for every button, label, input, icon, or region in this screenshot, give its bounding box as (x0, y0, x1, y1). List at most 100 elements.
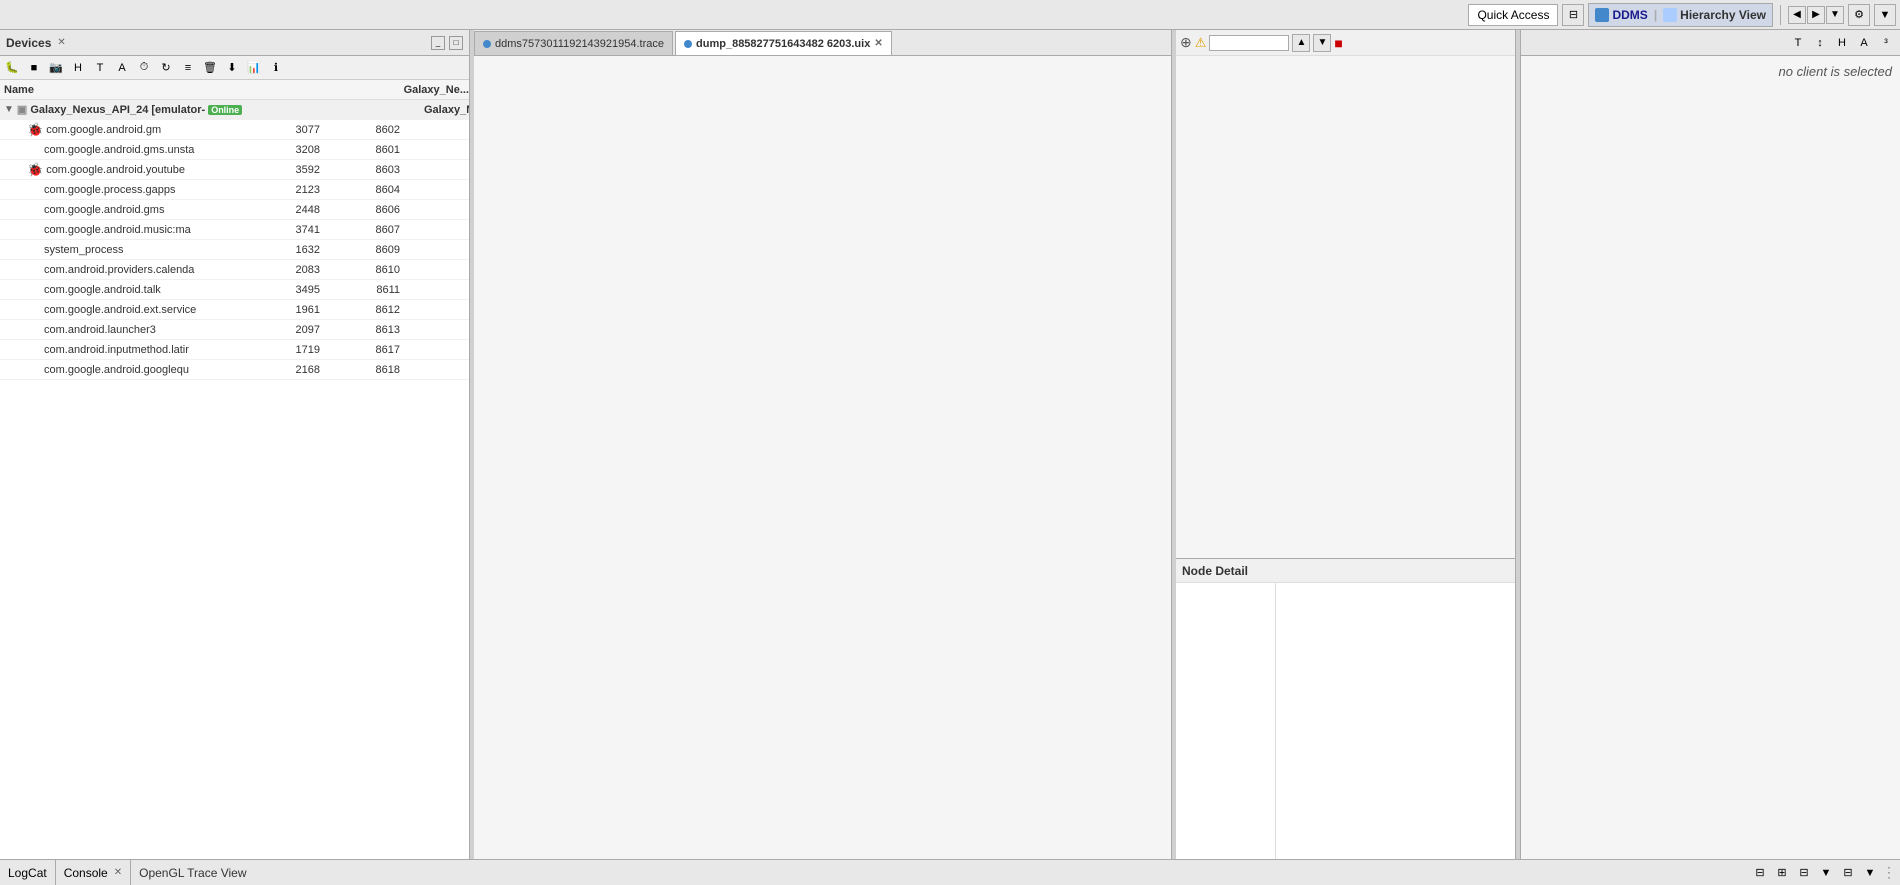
far-right-toolbar: T ↕ H A ³ (1521, 30, 1900, 56)
node-detail-left (1176, 583, 1276, 859)
no-client-label: no client is selected (1779, 64, 1892, 79)
toolbar-settings-btn[interactable]: ⚙ (1848, 4, 1870, 26)
update-threads-btn[interactable]: ↻ (156, 58, 176, 78)
process-row-gms[interactable]: com.google.android.gms 2448 8606 (0, 200, 469, 220)
gc-btn[interactable]: 🗑 (200, 58, 220, 78)
trace-tab-icon (483, 40, 491, 48)
console-tab-close[interactable]: ✕ (114, 867, 122, 878)
console-tab-label: Console (64, 866, 108, 880)
logcat-tab[interactable]: LogCat (0, 860, 56, 885)
far-right-icon-btn-1[interactable]: T (1788, 33, 1808, 53)
hierarchy-up-btn[interactable]: ▲ (1292, 34, 1310, 52)
center-panel: ddms7573011192143921954.trace dump_88582… (474, 30, 1172, 859)
process-row-ext[interactable]: com.google.android.ext.service 1961 8612 (0, 300, 469, 320)
top-toolbar: Quick Access ⊟ DDMS | Hierarchy View ◀ ▶… (0, 0, 1900, 30)
screenshot-btn[interactable]: 📷 (46, 58, 66, 78)
toolbar-extra-btn[interactable]: ▼ (1874, 4, 1896, 26)
tracemethod-btn[interactable]: ⏱ (134, 58, 154, 78)
device-list: ▼ ▣ Galaxy_Nexus_API_24 [emulator- Onlin… (0, 100, 469, 859)
bottom-icon-btn-2[interactable]: ⊞ (1772, 863, 1792, 883)
zoom-in-icon: ⊕ (1180, 34, 1192, 51)
ddms-perspective[interactable]: DDMS (1595, 8, 1647, 22)
alloc-btn[interactable]: A (112, 58, 132, 78)
hierarchy-search-input[interactable] (1209, 35, 1289, 51)
trace-tab[interactable]: ddms7573011192143921954.trace (474, 31, 673, 55)
updateheap-btn[interactable]: ≡ (178, 58, 198, 78)
dump-tab[interactable]: dump_885827751643482 6203.uix ✕ (675, 31, 892, 55)
far-right-icon-btn-a[interactable]: A (1854, 33, 1874, 53)
perspective-area: DDMS | Hierarchy View (1588, 3, 1773, 27)
process-row-gms-unsta[interactable]: com.google.android.gms.unsta 3208 8601 (0, 140, 469, 160)
device-header-row[interactable]: ▼ ▣ Galaxy_Nexus_API_24 [emulator- Onlin… (0, 100, 469, 120)
hierarchy-down-btn[interactable]: ▼ (1313, 34, 1331, 52)
bottom-area: LogCat Console ✕ OpenGL Trace View ⊟ ⊞ ⊟… (0, 859, 1900, 885)
console-tab[interactable]: Console ✕ (56, 860, 131, 885)
device-name-cell: ▼ ▣ Galaxy_Nexus_API_24 [emulator- Onlin… (0, 103, 260, 116)
process-row-gapps[interactable]: com.google.process.gapps 2123 8604 (0, 180, 469, 200)
bottom-right-icons: ⊟ ⊞ ⊟ ▼ ⊟ ▼ ⋮ (1746, 860, 1900, 885)
process-row-talk[interactable]: com.google.android.talk 3495 8611 (0, 280, 469, 300)
node-detail-content (1176, 583, 1515, 859)
col-extra-header: Galaxy_Ne... (404, 84, 469, 96)
device-extra-cell: Galaxy_Ne... (420, 104, 469, 116)
nav-menu-btn[interactable]: ▼ (1826, 6, 1844, 24)
hierarchy-toolbar: ⊕ ⚠ ▲ ▼ ■ (1176, 30, 1515, 56)
stop-btn[interactable]: ■ (24, 58, 44, 78)
col-name-header: Name (0, 84, 250, 96)
thread-btn[interactable]: T (90, 58, 110, 78)
bottom-resize-handle: ⋮ (1882, 864, 1896, 881)
alloctrace-btn[interactable]: 📊 (244, 58, 264, 78)
process-row-calendar[interactable]: com.android.providers.calenda 2083 8610 (0, 260, 469, 280)
center-canvas (474, 56, 1171, 859)
devices-panel: Devices ✕ _ □ 🐛 ■ 📷 H T A ⏱ ↻ ≡ 🗑 ⬇ 📊 ℹ … (0, 30, 470, 859)
process-row-google[interactable]: com.google.android.googlequ 2168 8618 (0, 360, 469, 380)
process-row-inputmethod[interactable]: com.android.inputmethod.latir 1719 8617 (0, 340, 469, 360)
nav-forward-btn[interactable]: ▶ (1807, 6, 1825, 24)
debug-btn[interactable]: 🐛 (2, 58, 22, 78)
process-row-gm[interactable]: 🐞 com.google.android.gm 3077 8602 (0, 120, 469, 140)
nav-back-btn[interactable]: ◀ (1788, 6, 1806, 24)
devices-panel-title: Devices (6, 36, 51, 50)
dump-tab-icon (684, 40, 692, 48)
trace-tab-label: ddms7573011192143921954.trace (495, 38, 664, 50)
far-right-panel: T ↕ H A ³ no client is selected (1520, 30, 1900, 859)
center-tab-bar: ddms7573011192143921954.trace dump_88582… (474, 30, 1171, 56)
bug-icon-gm: 🐞 (27, 122, 43, 138)
process-row-music[interactable]: com.google.android.music:ma 3741 8607 (0, 220, 469, 240)
sysinfo-btn[interactable]: ℹ (266, 58, 286, 78)
toolbar-icon-btn-1[interactable]: ⊟ (1562, 4, 1584, 26)
bottom-icon-btn-6[interactable]: ▼ (1860, 863, 1880, 883)
column-headers: Name Galaxy_Ne... (0, 80, 469, 100)
bottom-content: OpenGL Trace View (131, 860, 1746, 885)
stop-icon: ■ (1334, 35, 1342, 51)
nav-arrows: ◀ ▶ ▼ (1788, 6, 1844, 24)
far-right-icon-btn-h[interactable]: H (1832, 33, 1852, 53)
process-row-system[interactable]: system_process 1632 8609 (0, 240, 469, 260)
far-right-icon-btn-2[interactable]: ↕ (1810, 33, 1830, 53)
hierarchy-canvas (1176, 56, 1515, 558)
devices-maximize-btn[interactable]: □ (449, 36, 463, 50)
separator (1780, 5, 1781, 25)
bottom-icon-btn-1[interactable]: ⊟ (1750, 863, 1770, 883)
hierarchy-view-perspective[interactable]: Hierarchy View (1663, 8, 1766, 22)
logcat-tab-label: LogCat (8, 866, 47, 880)
devices-panel-close[interactable]: ✕ (57, 37, 65, 48)
dump-tab-close[interactable]: ✕ (874, 38, 882, 49)
devices-toolbar: 🐛 ■ 📷 H T A ⏱ ↻ ≡ 🗑 ⬇ 📊 ℹ (0, 56, 469, 80)
quick-access-button[interactable]: Quick Access (1468, 4, 1558, 26)
hprof-btn[interactable]: ⬇ (222, 58, 242, 78)
heap-btn[interactable]: H (68, 58, 88, 78)
bottom-icon-btn-4[interactable]: ▼ (1816, 863, 1836, 883)
bug-icon-youtube: 🐞 (27, 162, 43, 178)
node-detail-panel: Node Detail (1176, 559, 1515, 859)
dump-tab-label: dump_885827751643482 6203.uix (696, 38, 870, 50)
far-right-superscript-btn[interactable]: ³ (1876, 33, 1896, 53)
devices-minimize-btn[interactable]: _ (431, 36, 445, 50)
node-detail-right (1276, 583, 1515, 859)
bottom-icon-btn-5[interactable]: ⊟ (1838, 863, 1858, 883)
process-row-youtube[interactable]: 🐞 com.google.android.youtube 3592 8603 (0, 160, 469, 180)
hierarchy-view-top: ⊕ ⚠ ▲ ▼ ■ (1176, 30, 1515, 559)
process-row-launcher[interactable]: com.android.launcher3 2097 8613 (0, 320, 469, 340)
node-detail-header: Node Detail (1176, 559, 1515, 583)
bottom-icon-btn-3[interactable]: ⊟ (1794, 863, 1814, 883)
